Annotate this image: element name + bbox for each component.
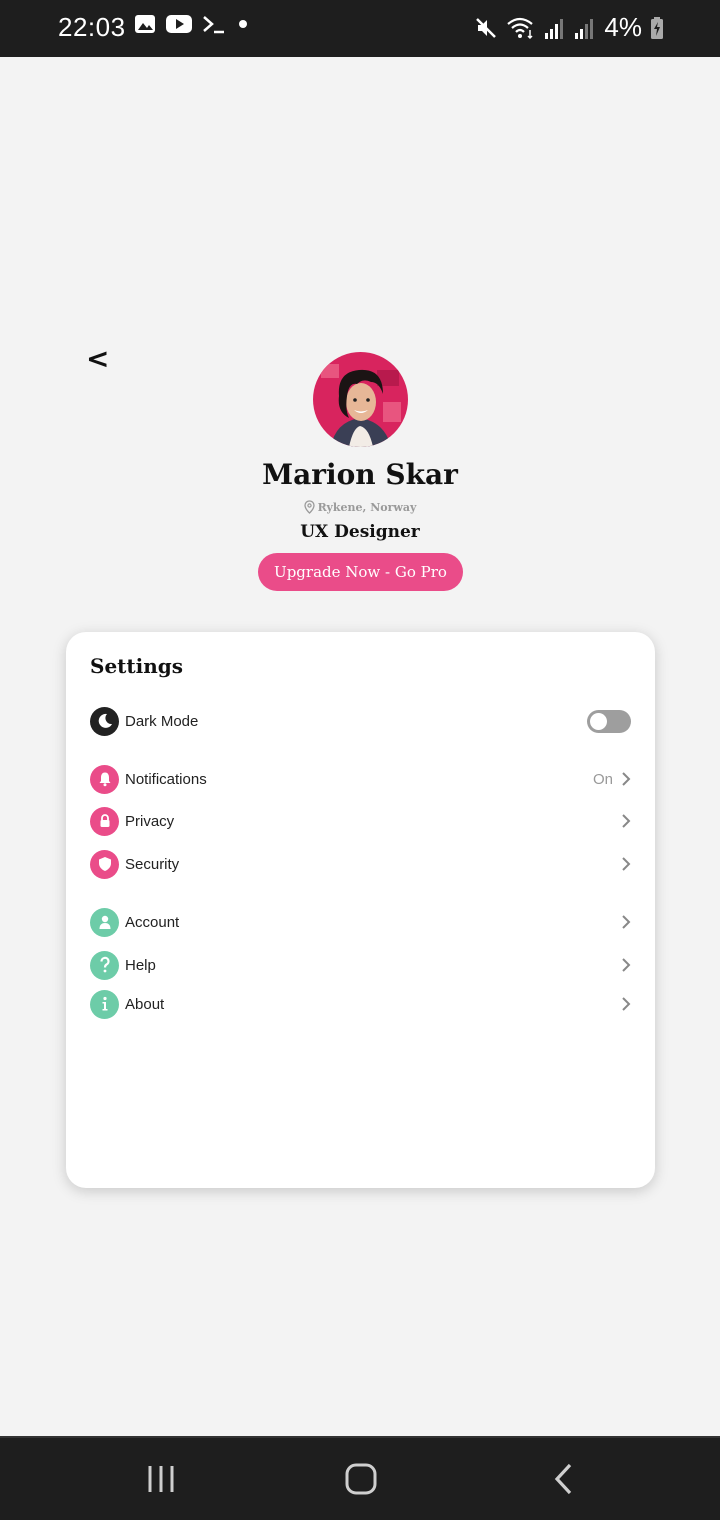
dot-icon	[239, 20, 247, 28]
youtube-icon	[166, 15, 192, 33]
signal-icon	[545, 18, 564, 39]
profile-location: Rykene, Norway	[0, 500, 720, 514]
avatar	[313, 352, 408, 447]
battery-percentage: 4%	[604, 12, 642, 42]
toggle-knob	[590, 712, 607, 730]
location-pin-icon	[303, 500, 315, 514]
chevron-right-icon	[622, 772, 631, 786]
home-icon[interactable]	[344, 1462, 378, 1496]
settings-item-label: Security	[125, 855, 180, 873]
chevron-right-icon	[622, 958, 631, 972]
chevron-right-icon	[622, 857, 631, 871]
status-right-icons: 4%	[474, 12, 664, 43]
image-icon	[135, 15, 155, 33]
settings-item-notifications[interactable]: Notifications On	[90, 764, 631, 794]
settings-item-label: Notifications	[125, 770, 207, 788]
lock-icon	[90, 806, 119, 836]
profile-name: Marion Skar	[262, 458, 458, 491]
chevron-right-icon	[622, 997, 631, 1011]
settings-item-label: Privacy	[125, 812, 175, 830]
notifications-value: On	[592, 770, 613, 788]
settings-item-label: Account	[125, 913, 180, 931]
back-nav-icon[interactable]	[552, 1462, 576, 1496]
chevron-right-icon	[622, 915, 631, 929]
status-bar: 22:03 4%	[0, 0, 720, 57]
signal-icon	[575, 18, 594, 39]
battery-charging-icon	[651, 16, 663, 39]
settings-item-security[interactable]: Security	[90, 849, 631, 879]
dark-mode-toggle[interactable]	[587, 709, 631, 733]
back-button[interactable]: <	[86, 342, 109, 375]
dark-mode-row: Dark Mode	[90, 706, 631, 736]
wifi-icon	[507, 17, 534, 39]
mute-icon	[476, 17, 497, 38]
profile-role: UX Designer	[300, 522, 420, 542]
moon-icon	[90, 706, 119, 736]
settings-item-label: Help	[125, 956, 156, 974]
settings-item-label: About	[125, 995, 165, 1013]
chevron-right-icon	[622, 814, 631, 828]
status-left-icons	[134, 14, 250, 34]
bell-icon	[90, 764, 119, 794]
location-text: Rykene, Norway	[317, 500, 417, 514]
recent-apps-icon[interactable]	[146, 1464, 176, 1494]
settings-item-about[interactable]: About	[90, 989, 631, 1019]
upgrade-button[interactable]: Upgrade Now - Go Pro	[258, 553, 463, 591]
dark-mode-label: Dark Mode	[125, 712, 199, 730]
settings-item-help[interactable]: Help	[90, 950, 631, 980]
settings-title: Settings	[90, 654, 184, 678]
question-icon	[90, 950, 119, 980]
settings-card: Settings Dark Mode Notifications On Priv…	[66, 632, 655, 1188]
terminal-icon	[203, 16, 224, 34]
settings-item-account[interactable]: Account	[90, 907, 631, 937]
system-nav-bar	[0, 1436, 720, 1520]
status-time: 22:03	[58, 12, 126, 42]
user-icon	[90, 907, 119, 937]
shield-icon	[90, 849, 119, 879]
settings-item-privacy[interactable]: Privacy	[90, 806, 631, 836]
info-icon	[90, 989, 119, 1019]
